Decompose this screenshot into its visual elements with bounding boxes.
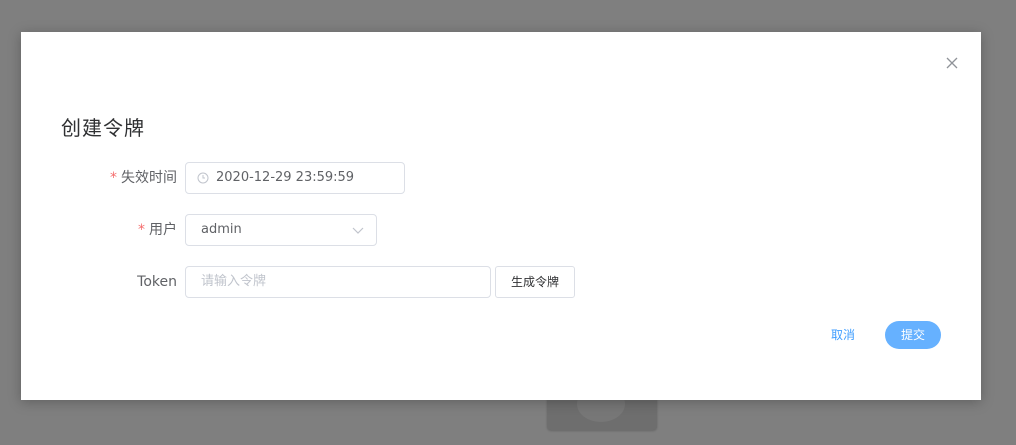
cancel-button[interactable]: 取消 [819,321,867,349]
token-label: Token [137,274,177,290]
create-token-dialog: 创建令牌 * 失效时间 2020-12-29 23:59:59 * 用户 admin… [21,32,981,400]
expire-time-row: * 失效时间 2020-12-29 23:59:59 [21,162,981,194]
token-row: Token 请输入令牌 生成令牌 [21,266,981,298]
user-select[interactable]: admin [185,214,377,246]
expire-time-label: * 失效时间 [110,162,177,194]
background-card [547,386,657,430]
close-icon[interactable] [943,54,961,72]
generate-token-button[interactable]: 生成令牌 [495,266,575,298]
token-placeholder: 请输入令牌 [201,274,267,289]
expire-time-label-text: 失效时间 [121,170,177,186]
user-label-text: 用户 [149,222,177,238]
user-label: * 用户 [138,214,177,246]
chevron-down-icon [352,227,364,234]
required-mark: * [138,222,145,238]
expire-time-value: 2020-12-29 23:59:59 [216,170,355,185]
required-mark: * [110,170,117,186]
user-select-value: admin [201,222,242,237]
submit-button[interactable]: 提交 [885,321,941,349]
expire-time-picker[interactable]: 2020-12-29 23:59:59 [185,162,405,194]
clock-icon [197,172,209,184]
user-row: * 用户 admin [21,214,981,246]
token-input[interactable]: 请输入令牌 [185,266,491,298]
dialog-title: 创建令牌 [61,116,145,140]
